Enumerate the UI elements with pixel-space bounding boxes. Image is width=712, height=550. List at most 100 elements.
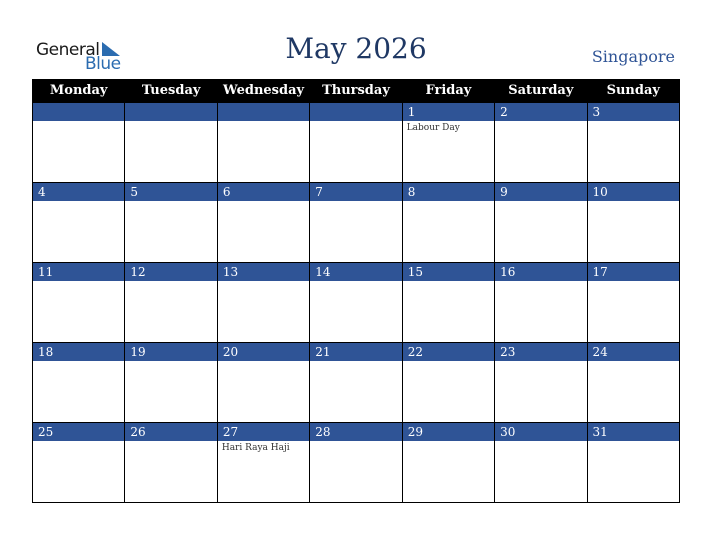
day-cell[interactable]: 19	[124, 342, 218, 423]
weekday-header: Wednesday	[216, 79, 311, 103]
day-cell[interactable]: 22	[401, 342, 496, 423]
holiday-label	[218, 281, 309, 342]
day-cell[interactable]: 24	[586, 342, 681, 423]
holiday-label	[310, 361, 401, 422]
day-cell[interactable]: 5	[124, 182, 218, 263]
day-cell[interactable]: 3	[586, 102, 681, 183]
holiday-label	[310, 281, 401, 342]
week-row: 25 26 27 Hari Raya Haji 28 29 30 31	[31, 422, 681, 503]
day-cell[interactable]	[216, 102, 311, 183]
holiday-label	[33, 201, 124, 262]
holiday-label	[310, 201, 401, 262]
day-number: 14	[310, 263, 402, 281]
holiday-label	[33, 441, 124, 502]
day-number: 4	[33, 183, 125, 201]
weekday-header: Sunday	[586, 79, 681, 103]
holiday-label	[403, 441, 494, 502]
day-number: 27	[217, 423, 310, 441]
holiday-label	[588, 201, 679, 262]
day-cell[interactable]: 17	[586, 262, 681, 343]
day-number	[217, 103, 310, 121]
day-number: 7	[310, 183, 402, 201]
day-number: 26	[125, 423, 217, 441]
holiday-label	[310, 441, 401, 502]
day-cell[interactable]: 25	[31, 422, 126, 503]
day-cell[interactable]: 18	[31, 342, 126, 423]
week-row: 4 5 6 7 8 9 10	[31, 182, 681, 263]
holiday-label	[588, 361, 679, 422]
day-number: 23	[495, 343, 587, 361]
day-cell[interactable]: 23	[494, 342, 588, 423]
day-cell[interactable]: 2	[494, 102, 588, 183]
weekday-header: Tuesday	[124, 79, 218, 103]
day-cell[interactable]: 7	[309, 182, 403, 263]
weekday-header-row: Monday Tuesday Wednesday Thursday Friday…	[31, 79, 681, 103]
day-cell[interactable]: 21	[309, 342, 403, 423]
holiday-label: Hari Raya Haji	[221, 443, 290, 453]
day-number: 9	[495, 183, 587, 201]
holiday-label	[310, 121, 401, 182]
day-cell[interactable]: 14	[309, 262, 403, 343]
day-number: 13	[217, 263, 310, 281]
day-cell[interactable]: 30	[494, 422, 588, 503]
week-row: 11 12 13 14 15 16 17	[31, 262, 681, 343]
week-row: 1 Labour Day 2 3	[31, 102, 681, 183]
day-number: 15	[402, 263, 495, 281]
day-number	[310, 103, 402, 121]
day-number	[33, 103, 125, 121]
day-cell[interactable]: 29	[401, 422, 496, 503]
day-cell[interactable]	[31, 102, 126, 183]
holiday-label	[403, 201, 494, 262]
weekday-header: Thursday	[309, 79, 403, 103]
day-cell[interactable]: 28	[309, 422, 403, 503]
day-number: 20	[217, 343, 310, 361]
day-cell[interactable]: 27 Hari Raya Haji	[216, 422, 311, 503]
day-cell[interactable]: 1 Labour Day	[401, 102, 496, 183]
day-number: 24	[587, 343, 679, 361]
day-number: 12	[125, 263, 217, 281]
holiday-label	[33, 361, 124, 422]
holiday-label	[125, 121, 216, 182]
holiday-label	[125, 201, 216, 262]
holiday-label	[588, 121, 679, 182]
holiday-label	[125, 281, 216, 342]
day-cell[interactable]: 26	[124, 422, 218, 503]
day-cell[interactable]	[309, 102, 403, 183]
holiday-label	[218, 121, 309, 182]
day-number: 25	[33, 423, 125, 441]
day-cell[interactable]: 13	[216, 262, 311, 343]
day-number: 19	[125, 343, 217, 361]
day-cell[interactable]: 31	[586, 422, 681, 503]
day-cell[interactable]: 8	[401, 182, 496, 263]
day-cell[interactable]	[124, 102, 218, 183]
holiday-label	[33, 121, 124, 182]
day-cell[interactable]: 10	[586, 182, 681, 263]
holiday-label	[495, 281, 586, 342]
day-cell[interactable]: 6	[216, 182, 311, 263]
day-number: 30	[495, 423, 587, 441]
day-cell[interactable]: 9	[494, 182, 588, 263]
day-number: 5	[125, 183, 217, 201]
day-number: 22	[402, 343, 495, 361]
day-cell[interactable]: 4	[31, 182, 126, 263]
day-cell[interactable]: 12	[124, 262, 218, 343]
day-number: 1	[402, 103, 495, 121]
day-number: 3	[587, 103, 679, 121]
country-label: Singapore	[591, 47, 675, 66]
holiday-label	[218, 361, 309, 422]
day-number: 21	[310, 343, 402, 361]
holiday-label	[495, 441, 586, 502]
day-cell[interactable]: 20	[216, 342, 311, 423]
day-number: 31	[587, 423, 679, 441]
day-cell[interactable]: 15	[401, 262, 496, 343]
holiday-label	[403, 281, 494, 342]
weekday-header: Monday	[31, 79, 126, 103]
holiday-label	[403, 361, 494, 422]
holiday-label	[495, 201, 586, 262]
day-number	[125, 103, 217, 121]
day-cell[interactable]: 16	[494, 262, 588, 343]
day-number: 18	[33, 343, 125, 361]
day-cell[interactable]: 11	[31, 262, 126, 343]
day-number: 17	[587, 263, 679, 281]
holiday-label	[588, 441, 679, 502]
